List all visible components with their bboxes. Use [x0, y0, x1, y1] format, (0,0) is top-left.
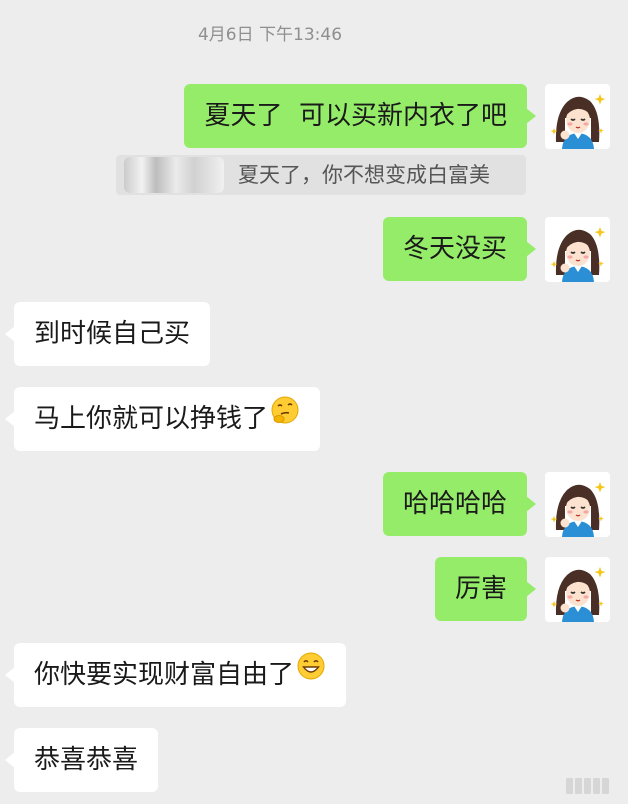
message-text: 马上你就可以挣钱了: [34, 404, 269, 434]
my-avatar-icon[interactable]: [545, 472, 610, 537]
message-text: 夏天了 可以买新内衣了吧: [204, 101, 507, 131]
message-text: 到时候自己买: [34, 319, 191, 349]
message-text: 哈哈哈哈: [402, 489, 507, 519]
incoming-message-bubble[interactable]: 到时候自己买: [4, 302, 211, 366]
outgoing-message-bubble[interactable]: 冬天没买: [382, 217, 537, 281]
thinking-face-emoji: [270, 385, 300, 449]
my-avatar-icon[interactable]: [545, 557, 610, 622]
grinning-face-emoji: [296, 641, 326, 705]
message-text: 你快要实现财富自由了: [34, 660, 295, 690]
chat-screen: 4月6日 下午13:46 夏天了 可以买新内衣了吧 夏天了，你不想变成白富美 冬…: [0, 0, 628, 804]
quoted-message[interactable]: 夏天了，你不想变成白富美: [116, 155, 526, 195]
chat-timestamp: 4月6日 下午13:46: [197, 25, 343, 45]
message-text: 冬天没买: [402, 234, 507, 264]
my-avatar-icon[interactable]: [545, 217, 610, 282]
message-text: 恭喜恭喜: [34, 745, 139, 775]
outgoing-message-bubble[interactable]: 夏天了 可以买新内衣了吧: [184, 84, 536, 148]
blurred-sender-name: [124, 157, 224, 193]
incoming-message-bubble[interactable]: 恭喜恭喜: [4, 728, 159, 792]
outgoing-message-bubble[interactable]: 厉害: [434, 557, 537, 621]
my-avatar-icon[interactable]: [545, 84, 610, 149]
message-text: 厉害: [454, 574, 507, 604]
incoming-message-bubble[interactable]: 你快要实现财富自由了: [4, 641, 347, 707]
watermark-mark: [566, 778, 624, 800]
incoming-message-bubble[interactable]: 马上你就可以挣钱了: [4, 385, 321, 451]
quoted-text: 夏天了，你不想变成白富美: [238, 163, 490, 187]
outgoing-message-bubble[interactable]: 哈哈哈哈: [382, 472, 537, 536]
